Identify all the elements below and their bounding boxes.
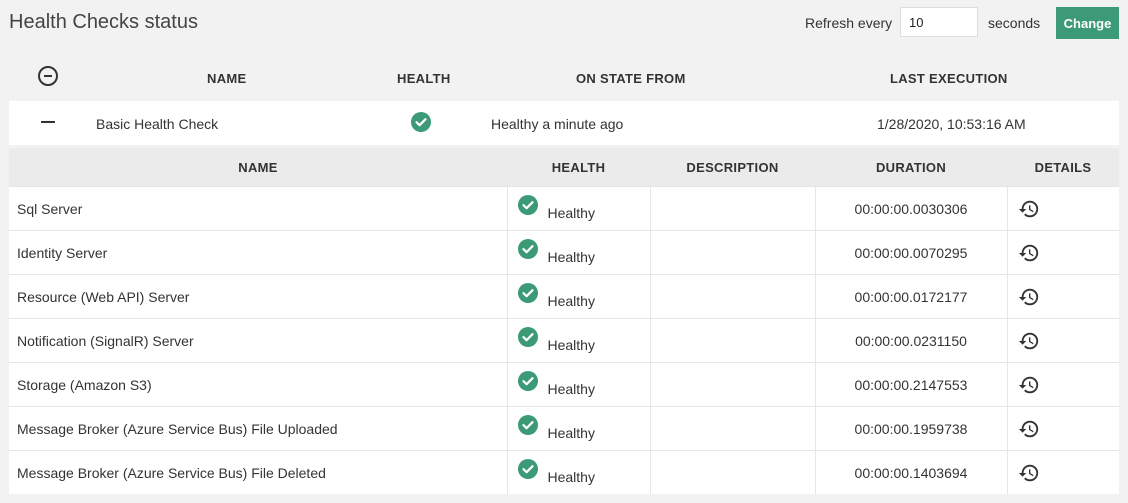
entry-name: Notification (SignalR) Server [9,318,507,363]
table-row: Identity Server Healthy 00:00:00.0070295 [9,230,1119,275]
col-description: DESCRIPTION [650,148,815,187]
health-status: Healthy [547,205,595,221]
entry-health: Healthy [506,450,650,494]
entry-duration: 00:00:00.2147553 [814,362,1007,407]
col-name: NAME [9,148,507,187]
entry-duration: 00:00:00.1403694 [814,450,1007,494]
collapse-row-icon[interactable] [41,121,55,123]
check-circle-icon [517,415,538,435]
entry-details [1006,450,1119,494]
entries-header-row: NAME HEALTH DESCRIPTION DURATION DETAILS [9,148,1119,187]
entry-health: Healthy [506,274,650,319]
entry-health: Healthy [506,186,650,231]
check-circle-icon [411,112,431,132]
entry-details [1006,230,1119,275]
entry-description [649,406,815,451]
entry-name: Sql Server [9,186,507,231]
refresh-label: Refresh every [805,15,893,31]
check-circle-icon [517,239,538,259]
health-status: Healthy [547,293,595,309]
entry-name: Storage (Amazon S3) [9,362,507,407]
entry-details [1006,362,1119,407]
table-row: Sql Server Healthy 00:00:00.0030306 [9,186,1119,231]
entry-duration: 00:00:00.1959738 [814,406,1007,451]
last-execution: 1/28/2020, 10:53:16 AM [877,116,1026,132]
entry-duration: 00:00:00.0030306 [814,186,1007,231]
health-status: Healthy [547,337,595,353]
entries-table: NAME HEALTH DESCRIPTION DURATION DETAILS… [9,148,1119,494]
table-row: Resource (Web API) Server Healthy 00:00:00… [9,274,1119,319]
check-name: Basic Health Check [96,116,219,132]
health-status: Healthy [547,425,595,441]
entry-name: Resource (Web API) Server [9,274,507,319]
health-check-row: Basic Health Check Healthy a minute ago … [9,101,1119,145]
entry-name: Message Broker (Azure Service Bus) File … [9,450,507,494]
health-status: Healthy [547,469,595,485]
health-status: Healthy [547,381,595,397]
check-circle-icon [517,371,538,391]
col-duration: DURATION [815,148,1007,187]
table-row: Storage (Amazon S3) Healthy 00:00:00.21475… [9,362,1119,407]
table-row: Notification (SignalR) Server Healthy 00:0… [9,318,1119,363]
check-circle-icon [517,283,538,303]
entry-details [1006,318,1119,363]
col-health: HEALTH [507,148,650,187]
check-circle-icon [517,459,538,479]
entry-health: Healthy [506,230,650,275]
refresh-interval-input[interactable] [900,7,978,37]
entry-description [649,274,815,319]
table-row: Message Broker (Azure Service Bus) File … [9,450,1119,494]
collapse-all-icon[interactable] [38,66,58,86]
entry-duration: 00:00:00.0231150 [814,318,1007,363]
seconds-label: seconds [988,15,1041,31]
check-circle-icon [517,195,538,215]
entry-health: Healthy [506,318,650,363]
on-state-from: Healthy a minute ago [491,116,624,132]
entry-description [649,450,815,494]
header-name: NAME [207,71,247,86]
entry-details [1006,186,1119,231]
table-row: Message Broker (Azure Service Bus) File … [9,406,1119,451]
entry-name: Message Broker (Azure Service Bus) File … [9,406,507,451]
change-button[interactable]: Change [1056,7,1119,39]
entry-description [649,318,815,363]
entry-description [649,230,815,275]
header-health: HEALTH [397,71,451,86]
entry-health: Healthy [506,362,650,407]
col-details: DETAILS [1007,148,1119,187]
check-circle-icon [517,327,538,347]
header-last-execution: LAST EXECUTION [890,71,1008,86]
entry-details [1006,274,1119,319]
page-title: Health Checks status [9,11,198,33]
entry-details [1006,406,1119,451]
header-on-state-from: ON STATE FROM [576,71,686,86]
entry-description [649,362,815,407]
entry-duration: 00:00:00.0070295 [814,230,1007,275]
entry-name: Identity Server [9,230,507,275]
health-status: Healthy [547,249,595,265]
entry-health: Healthy [506,406,650,451]
entry-duration: 00:00:00.0172177 [814,274,1007,319]
entry-description [649,186,815,231]
